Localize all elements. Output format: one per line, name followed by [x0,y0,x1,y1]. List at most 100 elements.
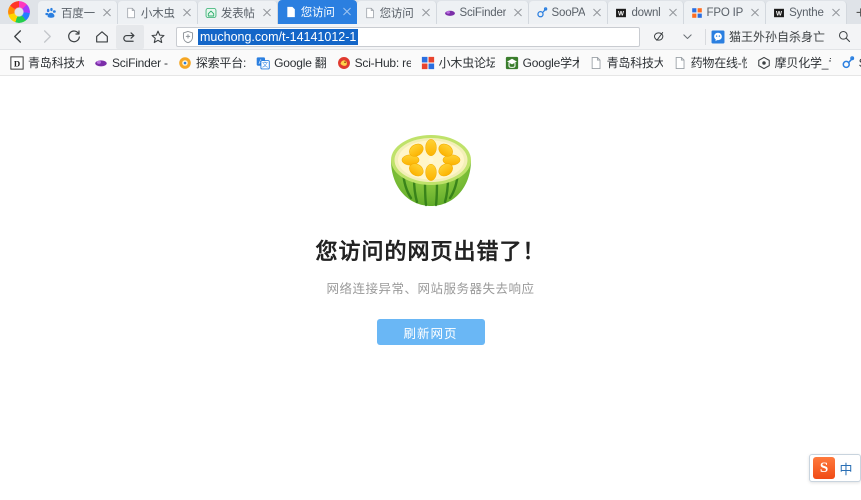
green-house-icon [205,7,217,18]
generic-page-icon [591,56,601,69]
d-letter-icon: D [10,55,24,70]
bookmark-item[interactable]: 青岛科技大 [584,52,668,73]
tab-label: 发表帖 [220,7,255,20]
browser-logo[interactable] [0,0,38,24]
generic-page-icon [287,6,295,18]
close-tab-icon[interactable] [101,7,113,19]
tab-strip: 百度一 小木虫 发表帖 您访问 您访问 SciFinder SooPA W do… [0,0,861,24]
soopat-icon [842,55,854,68]
toolbar-divider [704,28,706,45]
browser-tab[interactable]: 百度一 [38,1,118,24]
bookmark-label: 药物在线-快 [690,56,747,70]
back-arrow-icon [13,30,21,43]
bookmark-label: Google 翻 [274,56,327,70]
bookmark-item[interactable]: 探索平台: [173,52,251,73]
close-tab-icon[interactable] [341,6,353,18]
close-tab-icon[interactable] [181,7,193,19]
browser-tab[interactable]: SciFinder [436,1,529,24]
google-scholar-icon [505,56,518,69]
reload-icon [68,29,80,42]
scihub-raven-icon [337,56,350,69]
bookmark-star-button[interactable] [144,25,172,49]
address-bar[interactable]: muchong.com/t-14141012-1 [176,26,640,47]
home-button[interactable] [88,25,116,49]
360-browser-pinwheel-logo-icon [8,1,30,23]
bookmark-label: Google学术 [522,56,579,70]
tab-label: SciFinder [459,6,506,19]
generic-page-icon [365,7,374,18]
bookmark-label: Sci-Hub: re [354,55,411,70]
error-subtitle: 网络连接异常、网站服务器失去响应 [326,282,535,296]
search-suggestion-chip[interactable]: 猫王外孙自杀身亡 [709,27,831,47]
sogou-logo-icon: S [813,457,835,479]
bookmark-item[interactable]: Sci-Hub: re [332,54,416,72]
generic-page-icon [675,56,685,69]
bookmark-item[interactable]: SooPAT 专 [836,52,861,73]
close-tab-icon[interactable] [261,7,273,19]
browser-tab[interactable]: 小木虫 [117,1,198,24]
bookmark-item[interactable]: A 文 Google 翻 [251,52,331,73]
tab-label: 您访问 [300,7,335,19]
star-icon [151,30,165,43]
tab-label: Synthe [789,6,824,19]
bookmark-label: 青岛科技大 [28,56,84,70]
bookmark-label: SciFinder - [112,55,168,70]
bookmark-label: 小木虫论坛 [438,56,495,70]
muchong-grid-icon [421,56,434,69]
browser-tab[interactable]: FPO IP [683,1,767,24]
back-button[interactable] [4,25,32,49]
svg-text:W: W [619,10,625,17]
compass-icon [179,56,191,69]
reload-button[interactable] [60,25,88,49]
tab-label: SooPA [551,6,586,19]
generic-page-icon [127,7,135,18]
scifinder-icon [95,59,107,66]
home-icon [96,30,108,43]
forward-button[interactable] [32,25,60,49]
bookmark-item[interactable]: SciFinder - [89,54,173,72]
address-bar-url-text[interactable]: muchong.com/t-14141012-1 [198,28,359,45]
close-tab-icon[interactable] [591,7,603,19]
bookmark-label: 青岛科技大 [606,56,663,70]
tab-label: 百度一 [61,7,95,20]
word-doc-icon: W [616,8,627,17]
fpo-squares-icon [691,7,702,18]
browser-tab[interactable]: W downl [608,1,684,24]
tab-label: FPO IP [706,6,744,19]
new-tab-button[interactable]: + [847,1,861,24]
close-tab-icon[interactable] [420,7,432,19]
molbase-icon [757,56,770,69]
refresh-page-button[interactable]: 刷新网页 [376,319,485,345]
extensions-button[interactable] [646,25,674,49]
bookmark-item[interactable]: Google学术 [500,52,584,73]
bookmark-item[interactable]: 药物在线-快 [668,52,752,73]
close-tab-icon[interactable] [667,7,679,19]
page-content: 您访问的网页出错了！ 网络连接异常、网站服务器失去响应 刷新网页 您还可以搜索网… [0,76,861,499]
close-tab-icon[interactable] [749,7,761,19]
search-button[interactable] [831,25,857,49]
restore-session-button[interactable] [116,24,144,49]
browser-tab[interactable]: 发表帖 [197,1,278,24]
browser-tab[interactable]: W Synthe [766,1,847,24]
close-tab-icon[interactable] [830,7,842,19]
sogou-ime-toolbar[interactable]: S 中 [809,454,861,482]
bookmark-item[interactable]: 小木虫论坛 [416,52,500,73]
watermelon-lemon-slice-icon [390,135,471,207]
browser-tab[interactable]: 您访问 [277,0,357,24]
error-page: 您访问的网页出错了！ 网络连接异常、网站服务器失去响应 刷新网页 [0,76,861,345]
browser-tab[interactable]: 您访问 [356,1,437,24]
chevron-down-icon [683,34,693,39]
sogou-search-icon [711,30,725,43]
word-doc-icon: W [774,8,785,17]
browser-tab[interactable]: SooPA [528,1,609,24]
search-suggestion-text: 猫王外孙自杀身亡 [728,30,825,44]
ime-mode-label[interactable]: 中 [835,459,857,478]
browser-toolbar: muchong.com/t-14141012-1 猫王外孙自杀身亡 [0,24,861,50]
undo-restore-icon [123,31,135,42]
bookmark-label: 探索平台: [195,56,247,70]
omnibox-dropdown-button[interactable] [674,25,702,49]
google-translate-icon: A 文 [256,56,270,69]
close-tab-icon[interactable] [512,7,524,19]
bookmark-item[interactable]: 摩贝化学_专 [752,52,836,73]
bookmark-item[interactable]: D 青岛科技大 [5,52,89,73]
